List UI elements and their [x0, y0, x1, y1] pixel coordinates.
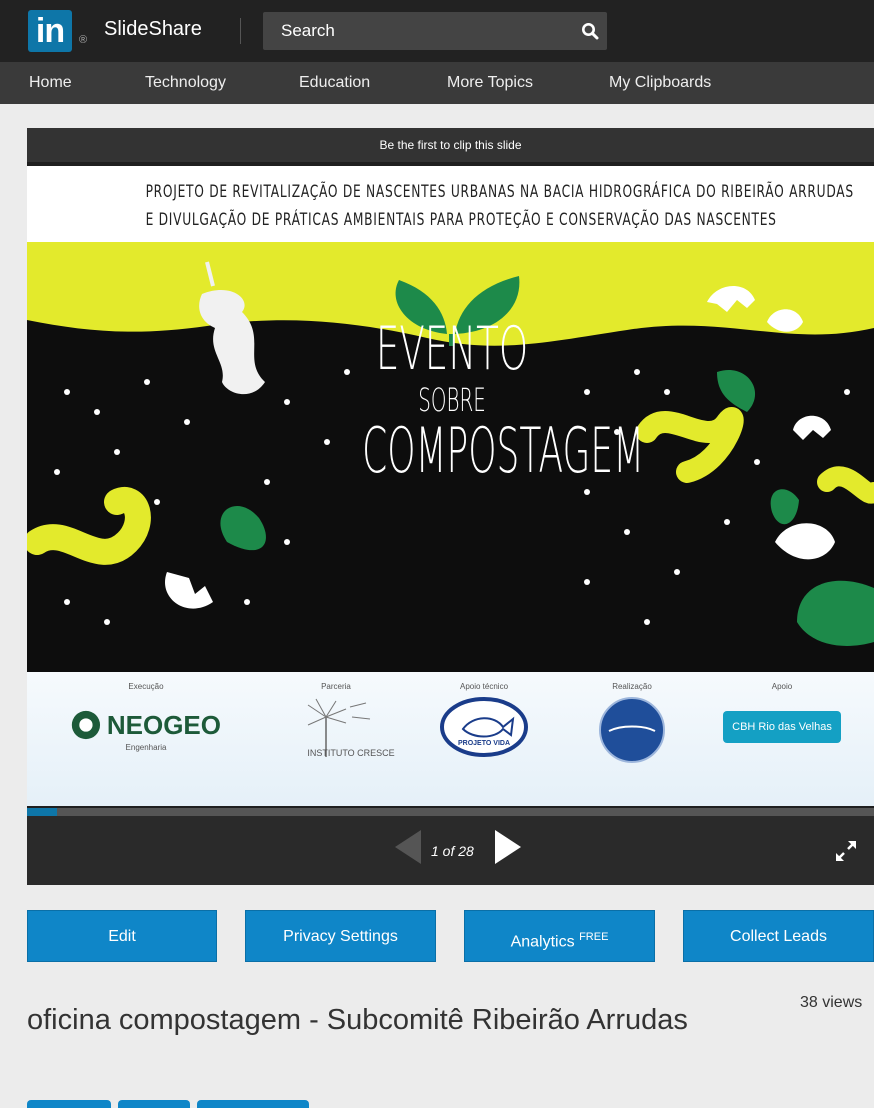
- tag-pill[interactable]: [197, 1100, 309, 1108]
- headline-compostagem: COMPOSTAGEM: [362, 414, 645, 487]
- analytics-button[interactable]: Analytics FREE: [464, 910, 655, 962]
- sponsor-strip: Execução NEOGEO Engenharia Parceria INST…: [27, 672, 874, 806]
- fish-logo-icon: PROJETO VIDA: [440, 697, 528, 757]
- sponsor-neogeo: Execução NEOGEO Engenharia: [71, 682, 221, 752]
- sponsor-subcomite: Realização: [557, 682, 707, 770]
- slide-image[interactable]: PROJETO DE REVITALIZAÇÃO DE NASCENTES UR…: [27, 166, 874, 885]
- tag-pill[interactable]: [118, 1100, 190, 1108]
- document-title: oficina compostagem - Subcomitê Ribeirão…: [27, 1004, 688, 1036]
- search-box[interactable]: [263, 12, 607, 50]
- headline-evento: EVENTO: [375, 314, 529, 384]
- slide-player: Be the first to clip this slide PROJETO …: [27, 128, 874, 885]
- view-count: 38 views: [800, 994, 863, 1011]
- privacy-settings-button[interactable]: Privacy Settings: [245, 910, 436, 962]
- headline-sobre: SOBRE: [418, 381, 486, 419]
- linkedin-logo[interactable]: in: [28, 10, 72, 52]
- edit-button[interactable]: Edit: [27, 910, 217, 962]
- previous-slide-icon[interactable]: [395, 830, 421, 864]
- nav-technology[interactable]: Technology: [145, 74, 226, 92]
- clip-banner[interactable]: Be the first to clip this slide: [27, 128, 874, 162]
- tag-pill[interactable]: [27, 1100, 111, 1108]
- collect-leads-button[interactable]: Collect Leads: [683, 910, 874, 962]
- main-nav: Home Technology Education More Topics My…: [0, 62, 874, 104]
- search-icon[interactable]: [581, 22, 599, 40]
- player-controls: 1 of 28: [27, 816, 874, 885]
- svg-text:PROJETO VIDA: PROJETO VIDA: [458, 740, 510, 747]
- sponsor-instituto-cresce: Parceria INSTITUTO CRESCE: [261, 682, 411, 758]
- nav-education[interactable]: Education: [299, 74, 370, 92]
- slide-header: PROJETO DE REVITALIZAÇÃO DE NASCENTES UR…: [27, 166, 874, 242]
- slide-progress-bar[interactable]: [27, 808, 874, 816]
- slide-headline: EVENTO SOBRE COMPOSTAGEM: [297, 314, 645, 487]
- slide-counter: 1 of 28: [431, 843, 474, 859]
- slide-title-line-2: E DIVULGAÇÃO DE PRÁTICAS AMBIENTAIS PARA…: [145, 210, 777, 230]
- neogeo-logo-icon: [71, 710, 101, 740]
- subcomite-logo-icon: [599, 697, 665, 763]
- analytics-free-badge: FREE: [579, 931, 609, 943]
- sponsor-projeto-vida: Apoio técnico PROJETO VIDA: [409, 682, 559, 764]
- slideshare-brand[interactable]: SlideShare: [104, 18, 202, 41]
- next-slide-icon[interactable]: [495, 830, 521, 864]
- top-bar: in ® SlideShare: [0, 0, 874, 62]
- analytics-label: Analytics: [510, 933, 575, 951]
- header-divider: [240, 18, 241, 44]
- nav-my-clipboards[interactable]: My Clipboards: [609, 74, 711, 92]
- slide-progress-fill: [27, 808, 58, 816]
- registered-mark: ®: [79, 34, 88, 46]
- search-input[interactable]: [281, 21, 561, 41]
- nav-home[interactable]: Home: [29, 74, 72, 92]
- fullscreen-icon[interactable]: [835, 840, 857, 862]
- slide-title-line-1: PROJETO DE REVITALIZAÇÃO DE NASCENTES UR…: [145, 182, 854, 202]
- nav-more-topics[interactable]: More Topics: [447, 74, 533, 92]
- sponsor-cbh-rio-das-velhas: Apoio CBH Rio das Velhas: [707, 682, 857, 743]
